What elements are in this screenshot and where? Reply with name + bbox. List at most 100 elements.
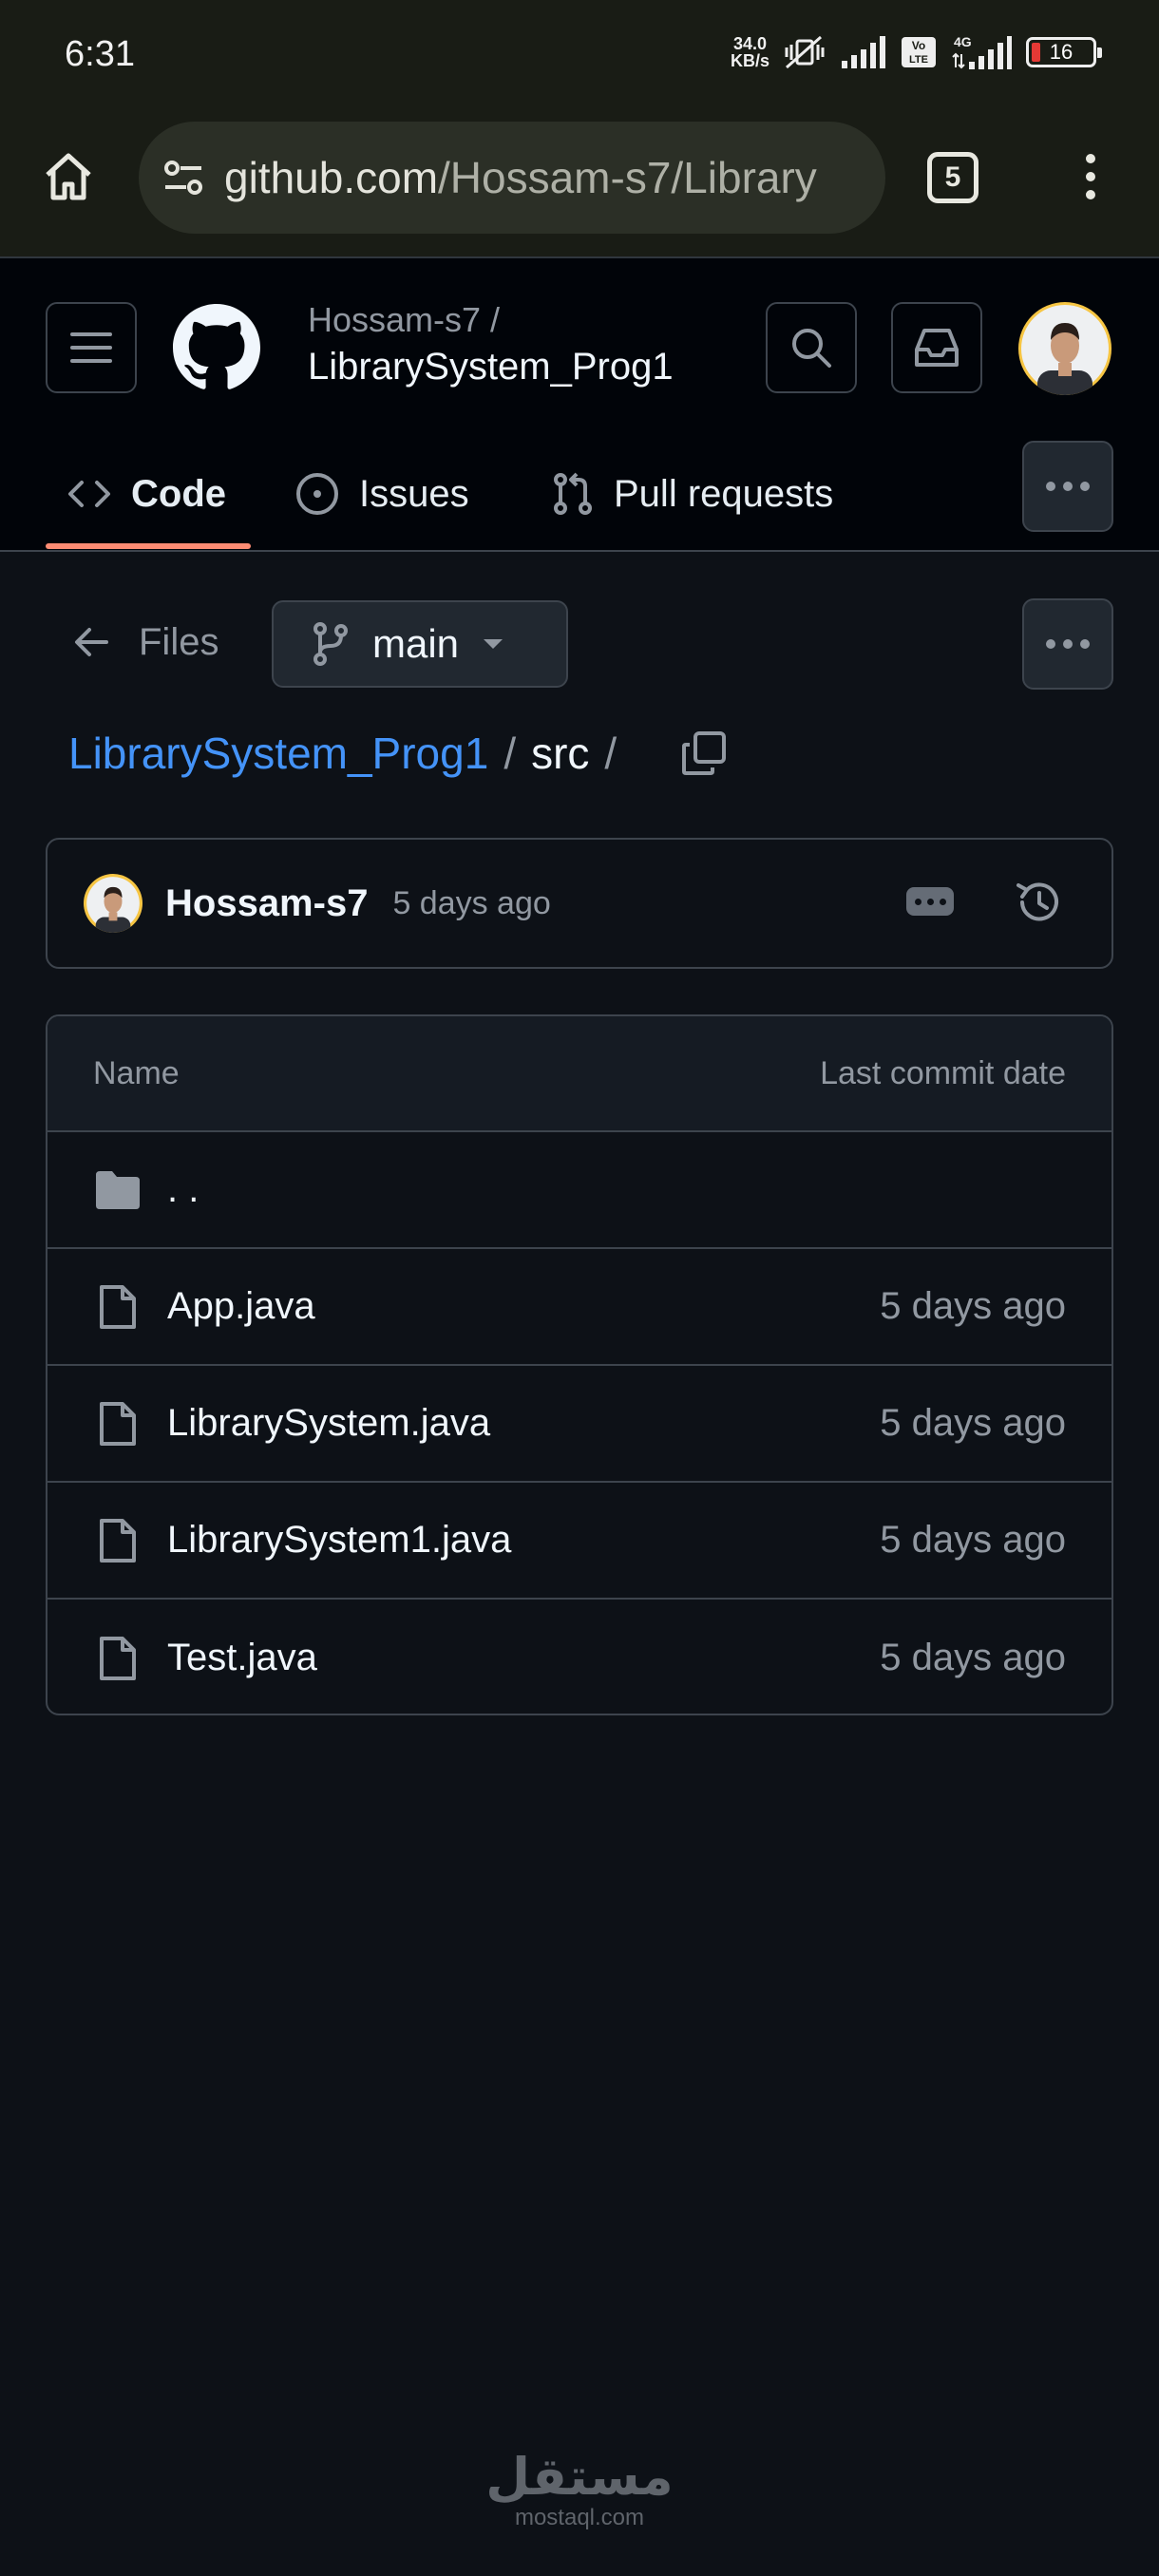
breadcrumb: LibrarySystem_Prog1 / src / xyxy=(68,720,731,786)
file-date: 5 days ago xyxy=(880,1285,1066,1327)
file-name[interactable]: LibrarySystem.java xyxy=(167,1402,880,1445)
tab-switcher-button[interactable]: 5 xyxy=(927,152,978,203)
issue-icon xyxy=(296,473,338,515)
status-bar: 6:31 34.0 KB/s Vo LTE 4G 16 xyxy=(0,0,1159,112)
net-speed: 34.0 KB/s xyxy=(731,35,770,69)
breadcrumb-current-dir: src xyxy=(531,729,590,778)
active-tab-underline xyxy=(46,543,251,549)
status-time: 6:31 xyxy=(65,34,135,74)
github-logo-icon[interactable] xyxy=(173,304,260,391)
column-name-header: Name xyxy=(93,1054,180,1091)
code-icon xyxy=(68,481,110,507)
svg-text:Vo: Vo xyxy=(912,39,925,52)
avatar-photo xyxy=(86,877,140,933)
volte-icon: Vo LTE xyxy=(902,37,936,67)
nav-more-button[interactable] xyxy=(1022,441,1113,532)
files-back-label: Files xyxy=(139,620,219,663)
commit-author-avatar[interactable] xyxy=(84,874,142,933)
file-icon xyxy=(93,1397,142,1450)
pull-request-icon xyxy=(554,472,592,515)
search-button[interactable] xyxy=(766,302,857,393)
browser-toolbar: github.com/Hossam-s7/Library 5 xyxy=(0,112,1159,258)
column-date-header: Last commit date xyxy=(820,1054,1066,1091)
repo-name[interactable]: LibrarySystem_Prog1 xyxy=(308,346,674,388)
git-branch-icon xyxy=(314,622,348,666)
latest-commit: Hossam-s7 5 days ago xyxy=(46,838,1113,969)
file-more-button[interactable] xyxy=(1022,598,1113,690)
watermark-arabic: مستقل xyxy=(485,2449,674,2506)
table-row[interactable]: Test.java 5 days ago xyxy=(48,1600,1112,1714)
commit-author[interactable]: Hossam-s7 xyxy=(165,882,368,925)
folder-icon xyxy=(93,1164,142,1217)
tab-issues[interactable]: Issues xyxy=(294,439,469,549)
repo-nav: Code Issues Pull requests xyxy=(0,439,1159,549)
svg-text:LTE: LTE xyxy=(909,54,928,66)
parent-directory-link[interactable]: . . xyxy=(167,1168,1066,1211)
url-domain: github.com xyxy=(224,153,439,202)
battery-level: 16 xyxy=(1049,40,1074,64)
avatar-photo xyxy=(1021,305,1109,395)
user-avatar[interactable] xyxy=(1018,302,1112,395)
watermark-latin: mostaql.com xyxy=(514,2505,645,2530)
watermark: مستقل mostaql.com xyxy=(0,2449,1159,2530)
search-icon xyxy=(792,329,831,368)
inbox-icon xyxy=(915,329,959,367)
net-speed-value: 34.0 xyxy=(732,34,768,53)
battery-icon: 16 xyxy=(1026,37,1102,67)
url-path: /Hossam-s7/Library xyxy=(438,153,817,202)
file-name[interactable]: LibrarySystem1.java xyxy=(167,1519,880,1562)
commit-time: 5 days ago xyxy=(392,884,551,921)
copy-icon xyxy=(682,731,727,775)
vibrate-muted-icon xyxy=(785,35,825,69)
tab-pull-requests[interactable]: Pull requests xyxy=(551,439,833,549)
branch-selector[interactable]: main xyxy=(272,600,568,688)
tab-pull-requests-label: Pull requests xyxy=(614,472,834,515)
browser-menu-button[interactable] xyxy=(1072,146,1110,207)
table-header: Name Last commit date xyxy=(48,1016,1112,1132)
inbox-button[interactable] xyxy=(891,302,982,393)
tab-code[interactable]: Code xyxy=(66,439,226,549)
menu-button[interactable] xyxy=(46,302,137,393)
kebab-horizontal-icon xyxy=(1046,482,1090,491)
table-row[interactable]: LibrarySystem.java 5 days ago xyxy=(48,1366,1112,1483)
parent-directory-row[interactable]: . . xyxy=(48,1132,1112,1249)
files-back-button[interactable]: Files xyxy=(72,608,218,676)
home-icon xyxy=(46,153,91,200)
home-button[interactable] xyxy=(38,146,99,207)
net-speed-unit: KB/s xyxy=(730,51,770,70)
triangle-down-icon xyxy=(484,639,504,649)
tab-issues-label: Issues xyxy=(359,472,469,515)
github-header: Hossam-s7 / LibrarySystem_Prog1 Code Iss… xyxy=(0,258,1159,551)
signal-icon xyxy=(842,36,885,68)
table-row[interactable]: App.java 5 days ago xyxy=(48,1249,1112,1366)
hamburger-icon xyxy=(70,332,112,363)
file-date: 5 days ago xyxy=(880,1637,1066,1678)
arrow-left-icon xyxy=(75,628,108,656)
copy-path-button[interactable] xyxy=(677,727,731,780)
svg-text:4G: 4G xyxy=(954,34,972,49)
file-date: 5 days ago xyxy=(880,1402,1066,1444)
status-icons: 34.0 KB/s Vo LTE 4G 16 xyxy=(731,28,1102,76)
tab-code-label: Code xyxy=(131,472,226,515)
header-divider xyxy=(0,550,1159,552)
file-name[interactable]: Test.java xyxy=(167,1637,880,1679)
files-table: Name Last commit date . . App.java 5 day… xyxy=(46,1014,1113,1715)
repo-owner[interactable]: Hossam-s7 / xyxy=(308,300,500,340)
file-date: 5 days ago xyxy=(880,1519,1066,1561)
commit-message-toggle[interactable] xyxy=(906,887,954,916)
breadcrumb-trailing-separator: / xyxy=(604,729,618,778)
history-icon[interactable] xyxy=(1013,876,1066,929)
branch-name: main xyxy=(372,621,460,666)
kebab-horizontal-icon xyxy=(1046,639,1090,649)
network-4g-icon: 4G xyxy=(952,34,1012,69)
table-row[interactable]: LibrarySystem1.java 5 days ago xyxy=(48,1483,1112,1600)
file-name[interactable]: App.java xyxy=(167,1285,880,1328)
file-icon xyxy=(93,1632,142,1685)
file-icon xyxy=(93,1280,142,1334)
file-icon xyxy=(93,1514,142,1567)
breadcrumb-separator: / xyxy=(504,729,517,778)
address-bar[interactable]: github.com/Hossam-s7/Library xyxy=(139,122,885,234)
breadcrumb-repo-link[interactable]: LibrarySystem_Prog1 xyxy=(68,728,488,779)
site-settings-icon[interactable] xyxy=(162,156,205,199)
url-text[interactable]: github.com/Hossam-s7/Library xyxy=(224,152,817,203)
